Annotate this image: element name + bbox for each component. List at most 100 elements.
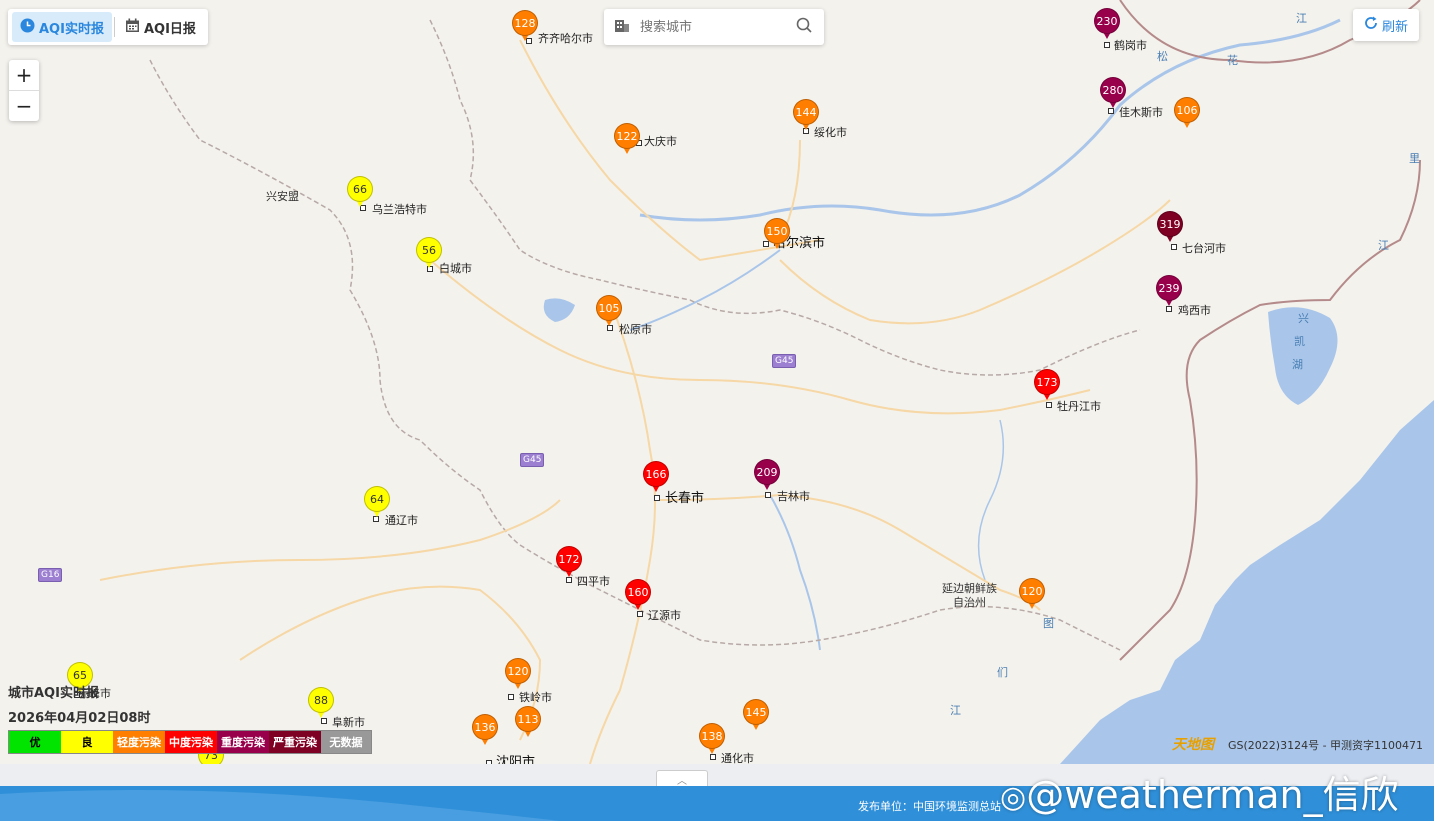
aqi-marker[interactable]: 128 (512, 10, 540, 46)
city-name-label: 大庆市 (644, 135, 677, 148)
weibo-icon: ◎ (1000, 780, 1027, 815)
legend-level: 轻度污染 (113, 731, 165, 753)
aqi-marker[interactable]: 144 (793, 99, 821, 135)
tab-realtime-label: AQI实时报 (39, 21, 104, 37)
water-label: 松 (1157, 50, 1168, 63)
tab-bar: AQI实时报 AQI日报 (8, 9, 208, 45)
aqi-marker[interactable]: 122 (614, 123, 642, 159)
aqi-value: 166 (643, 461, 669, 487)
aqi-value: 319 (1157, 211, 1183, 237)
legend-level: 严重污染 (269, 731, 321, 753)
tab-realtime[interactable]: AQI实时报 (12, 12, 112, 42)
legend-level: 中度污染 (165, 731, 217, 753)
search-icon[interactable] (796, 17, 812, 37)
search-box (604, 9, 824, 45)
aqi-value: 64 (364, 486, 390, 512)
aqi-value: 136 (472, 714, 498, 740)
aqi-value: 66 (347, 176, 373, 202)
refresh-button[interactable]: 刷新 (1353, 9, 1419, 41)
water-label: 兴 (1298, 312, 1309, 325)
aqi-marker[interactable]: 88 (308, 687, 336, 723)
legend-level: 重度污染 (217, 731, 269, 753)
water-label: 江 (1378, 239, 1389, 252)
aqi-marker[interactable]: 230 (1094, 8, 1122, 44)
footer-publisher: 发布单位：中国环境监测总站 (858, 800, 1001, 813)
search-input[interactable] (638, 18, 782, 36)
region-label-yanbian: 延边朝鲜族 自治州 (942, 582, 997, 609)
zoom-out-button[interactable]: − (9, 90, 39, 121)
zoom-in-button[interactable]: + (9, 60, 39, 90)
aqi-marker[interactable]: 319 (1157, 211, 1185, 247)
aqi-value: 209 (754, 459, 780, 485)
weibo-watermark: ◎@weatherman_信欣 (1000, 764, 1399, 819)
aqi-marker[interactable]: 145 (743, 699, 771, 735)
aqi-marker[interactable]: 136 (472, 714, 500, 750)
city-name-label: 齐齐哈尔市 (538, 32, 593, 45)
aqi-marker[interactable]: 113 (515, 706, 543, 742)
water-label: 里 (1409, 152, 1420, 165)
legend-level: 良 (61, 731, 113, 753)
refresh-icon (1364, 16, 1378, 34)
water-label: 湖 (1292, 358, 1303, 371)
watermark-text: @weatherman_信欣 (1026, 773, 1399, 817)
aqi-marker[interactable]: 172 (556, 546, 584, 582)
legend-time: 2026年04月02日08时 (8, 711, 151, 726)
aqi-marker[interactable]: 150 (764, 218, 792, 254)
aqi-value: 160 (625, 579, 651, 605)
aqi-marker[interactable]: 280 (1100, 77, 1128, 113)
aqi-marker[interactable]: 120 (505, 658, 533, 694)
road-shield: G16 (38, 568, 63, 582)
city-dot (508, 694, 514, 700)
city-name-label: 牡丹江市 (1057, 400, 1101, 413)
aqi-marker[interactable]: 64 (364, 486, 392, 522)
building-icon (614, 17, 630, 37)
legend-level: 无数据 (321, 731, 371, 753)
collapse-panel-button[interactable]: ︿ (656, 770, 708, 787)
tianditu-logo: 天地图 (1172, 737, 1214, 753)
clock-icon (20, 18, 35, 37)
legend-title: 城市AQI实时报 (8, 686, 99, 701)
calendar-icon (125, 18, 140, 37)
water-label: 江 (950, 704, 961, 717)
tab-daily[interactable]: AQI日报 (117, 12, 204, 42)
region-label-xinganmeng: 兴安盟 (266, 190, 299, 203)
aqi-value: 145 (743, 699, 769, 725)
aqi-value: 105 (596, 295, 622, 321)
aqi-value: 144 (793, 99, 819, 125)
city-name-label: 乌兰浩特市 (372, 203, 427, 216)
aqi-marker[interactable]: 105 (596, 295, 624, 331)
aqi-marker[interactable]: 66 (347, 176, 375, 212)
aqi-marker[interactable]: 239 (1156, 275, 1184, 311)
aqi-marker[interactable]: 166 (643, 461, 671, 497)
aqi-value: 122 (614, 123, 640, 149)
chevron-up-icon: ︿ (677, 775, 687, 787)
aqi-value: 172 (556, 546, 582, 572)
city-name-label: 七台河市 (1182, 242, 1226, 255)
base-map (99, 0, 1434, 764)
aqi-marker[interactable]: 106 (1174, 97, 1202, 133)
aqi-value: 150 (764, 218, 790, 244)
legend-level: 优 (9, 731, 61, 753)
water-label: 们 (997, 666, 1008, 679)
aqi-value: 120 (505, 658, 531, 684)
aqi-value: 173 (1034, 369, 1060, 395)
aqi-value: 56 (416, 237, 442, 263)
tab-daily-label: AQI日报 (143, 21, 196, 37)
aqi-marker[interactable]: 138 (699, 723, 727, 759)
zoom-control: + − (9, 60, 39, 121)
aqi-value: 120 (1019, 578, 1045, 604)
road-shield: G45 (520, 453, 545, 467)
map-canvas[interactable]: G45 G45 G16 江 松 花 里 江 兴 凯 湖 图 们 江 兴安盟 延边… (0, 0, 1434, 764)
aqi-marker[interactable]: 160 (625, 579, 653, 615)
road-shield: G45 (772, 354, 797, 368)
aqi-marker[interactable]: 56 (416, 237, 444, 273)
water-label: 江 (1296, 12, 1307, 25)
aqi-value: 113 (515, 706, 541, 732)
aqi-value: 138 (699, 723, 725, 749)
aqi-value: 280 (1100, 77, 1126, 103)
aqi-marker[interactable]: 120 (1019, 578, 1047, 614)
aqi-marker[interactable]: 209 (754, 459, 782, 495)
aqi-marker[interactable]: 173 (1034, 369, 1062, 405)
aqi-value: 88 (308, 687, 334, 713)
map-copyright: GS(2022)3124号 - 甲测资字1100471 (1228, 739, 1424, 752)
